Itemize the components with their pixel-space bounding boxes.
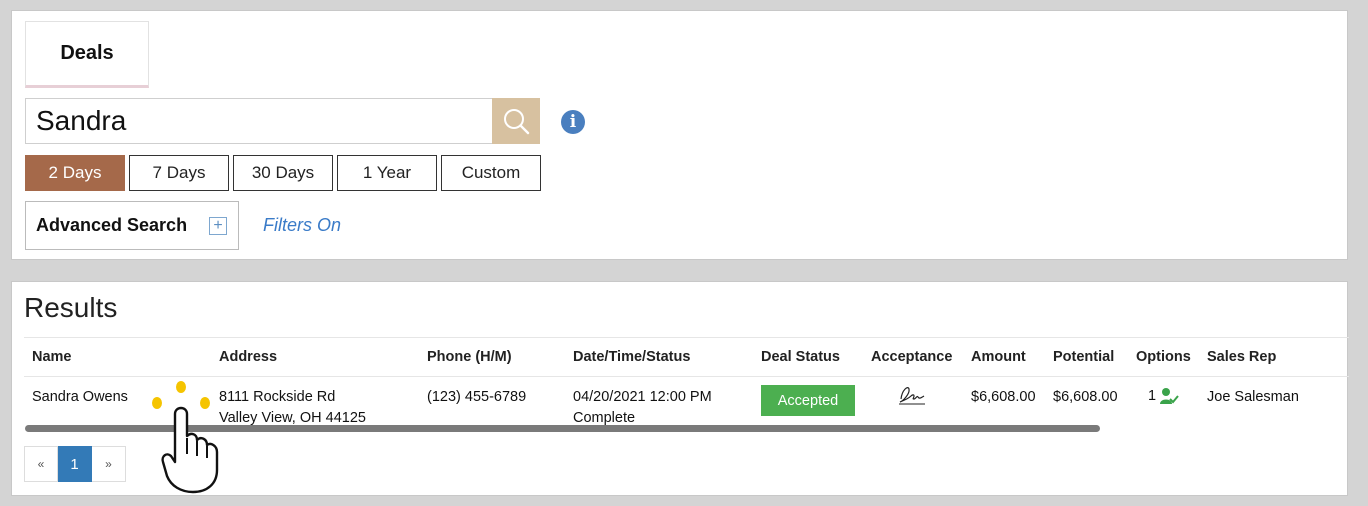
pagination-page-1[interactable]: 1 bbox=[58, 446, 92, 482]
info-icon[interactable]: i bbox=[561, 110, 585, 134]
col-sales-rep[interactable]: Sales Rep bbox=[1207, 349, 1276, 365]
range-custom[interactable]: Custom bbox=[441, 155, 541, 191]
pagination: « 1 » bbox=[24, 446, 126, 482]
advanced-search-label: Advanced Search bbox=[36, 215, 188, 235]
header-divider bbox=[24, 337, 1349, 338]
cell-sales-rep: Joe Salesman bbox=[1207, 389, 1299, 405]
plus-icon[interactable]: + bbox=[209, 217, 227, 235]
cell-options[interactable]: 1 bbox=[1148, 387, 1179, 405]
cell-potential: $6,608.00 bbox=[1053, 389, 1118, 405]
cell-phone: (123) 455-6789 bbox=[427, 389, 527, 405]
cell-date-time-status: 04/20/2021 12:00 PM Complete bbox=[573, 387, 712, 429]
pagination-prev[interactable]: « bbox=[24, 446, 58, 482]
col-acceptance[interactable]: Acceptance bbox=[871, 349, 952, 365]
cell-address: 8111 Rockside Rd Valley View, OH 44125 bbox=[219, 387, 366, 429]
user-check-icon[interactable] bbox=[1159, 387, 1179, 405]
cell-amount: $6,608.00 bbox=[971, 389, 1036, 405]
search-icon bbox=[504, 109, 530, 135]
search-panel: Deals Sandra i 2 Days 7 Days 30 Days 1 Y… bbox=[11, 10, 1348, 260]
status-badge[interactable]: Accepted bbox=[761, 385, 855, 416]
col-address[interactable]: Address bbox=[219, 349, 277, 365]
advanced-search-toggle[interactable]: Advanced Search + bbox=[25, 201, 239, 250]
col-date-time-status[interactable]: Date/Time/Status bbox=[573, 349, 690, 365]
range-1-year[interactable]: 1 Year bbox=[337, 155, 437, 191]
tap-hand-icon bbox=[152, 381, 219, 494]
range-7-days[interactable]: 7 Days bbox=[129, 155, 229, 191]
col-amount[interactable]: Amount bbox=[971, 349, 1026, 365]
pagination-next[interactable]: » bbox=[92, 446, 126, 482]
search-button[interactable] bbox=[492, 98, 540, 144]
col-deal-status[interactable]: Deal Status bbox=[761, 349, 840, 365]
deal-datetime: 04/20/2021 12:00 PM bbox=[573, 389, 712, 405]
col-phone[interactable]: Phone (H/M) bbox=[427, 349, 512, 365]
col-name[interactable]: Name bbox=[32, 349, 72, 365]
filters-on-link[interactable]: Filters On bbox=[263, 215, 341, 236]
col-potential[interactable]: Potential bbox=[1053, 349, 1114, 365]
options-count: 1 bbox=[1148, 388, 1157, 404]
row-divider bbox=[24, 376, 1349, 377]
results-title: Results bbox=[24, 292, 118, 323]
tab-deals[interactable]: Deals bbox=[25, 21, 149, 88]
cell-name[interactable]: Sandra Owens bbox=[32, 387, 128, 408]
search-input[interactable]: Sandra bbox=[25, 98, 493, 144]
range-2-days[interactable]: 2 Days bbox=[25, 155, 125, 191]
col-options[interactable]: Options bbox=[1136, 349, 1191, 365]
range-30-days[interactable]: 30 Days bbox=[233, 155, 333, 191]
signature-icon[interactable] bbox=[897, 382, 927, 413]
address-line1: 8111 Rockside Rd bbox=[219, 389, 336, 405]
